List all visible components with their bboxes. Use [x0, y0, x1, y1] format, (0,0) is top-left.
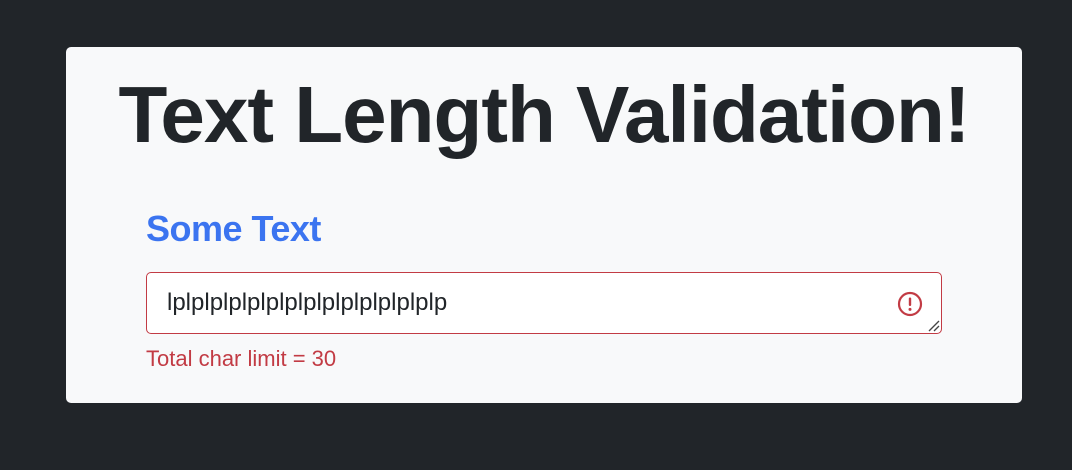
char-limit-error-message: Total char limit = 30 [146, 346, 337, 371]
some-text-textarea[interactable]: lplplplplplplplplplplplplplplp [146, 272, 942, 334]
page-title: Text Length Validation! [118, 70, 970, 159]
resize-handle-icon[interactable] [926, 318, 940, 332]
textarea-value[interactable]: lplplplplplplplplplplplplplplp [167, 287, 447, 319]
error-exclamation-circle-icon [897, 291, 923, 317]
page-body: { "title": "Text Length Validation!", "f… [0, 0, 1072, 470]
validation-card: Text Length Validation! Some Text lplplp… [66, 47, 1022, 403]
some-text-label: Some Text [146, 208, 321, 249]
